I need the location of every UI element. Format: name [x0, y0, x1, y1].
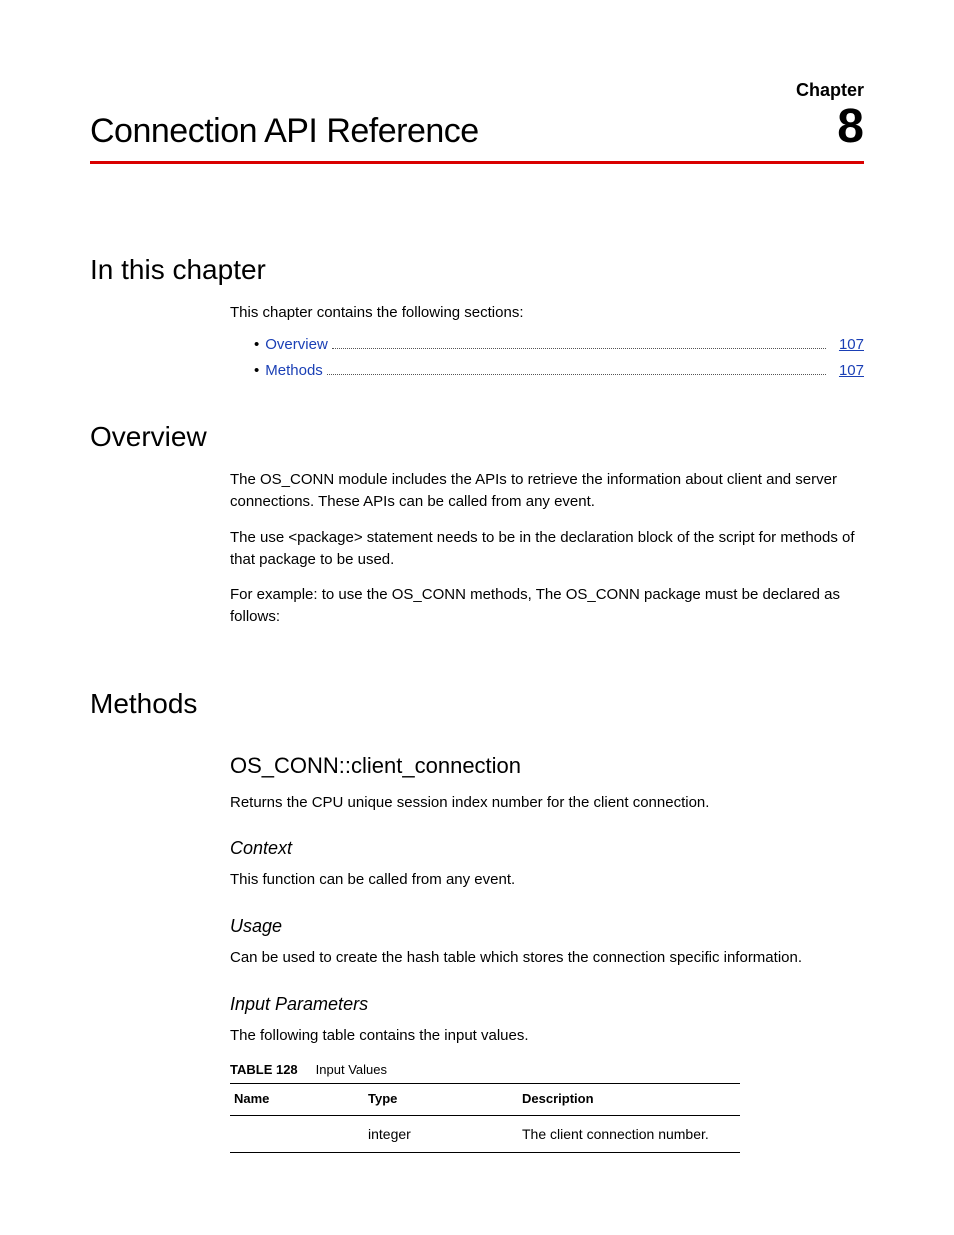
- subheading-client-connection: OS_CONN::client_connection: [230, 750, 864, 782]
- table-title: Input Values: [316, 1062, 387, 1077]
- col-name: Name: [230, 1083, 364, 1115]
- heading-methods: Methods: [90, 688, 864, 720]
- cell-name: [230, 1115, 364, 1152]
- chapter-title: Connection API Reference: [90, 112, 479, 151]
- subheading-input-parameters: Input Parameters: [230, 991, 864, 1017]
- input-values-table: Name Type Description integer The client…: [230, 1083, 740, 1153]
- context-text: This function can be called from any eve…: [230, 869, 864, 891]
- overview-p3: For example: to use the OS_CONN methods,…: [230, 584, 864, 628]
- chapter-number: 8: [837, 103, 864, 151]
- chapter-label: Chapter: [90, 80, 864, 101]
- cell-type: integer: [364, 1115, 518, 1152]
- subheading-usage: Usage: [230, 913, 864, 939]
- table-row: integer The client connection number.: [230, 1115, 740, 1152]
- heading-in-this-chapter: In this chapter: [90, 254, 864, 286]
- toc-link-overview[interactable]: Overview: [265, 334, 328, 356]
- title-row: Connection API Reference 8: [90, 103, 864, 164]
- overview-p2: The use <package> statement needs to be …: [230, 527, 864, 571]
- col-description: Description: [518, 1083, 740, 1115]
- toc-leader: [327, 360, 826, 375]
- toc-leader: [332, 334, 826, 349]
- overview-p1: The OS_CONN module includes the APIs to …: [230, 469, 864, 513]
- toc-page-overview[interactable]: 107: [830, 334, 864, 356]
- usage-text: Can be used to create the hash table whi…: [230, 947, 864, 969]
- page: Chapter Connection API Reference 8 In th…: [0, 0, 954, 1213]
- toc-item-methods: • Methods 107: [254, 360, 864, 382]
- overview-body: The OS_CONN module includes the APIs to …: [230, 469, 864, 628]
- toc: • Overview 107 • Methods 107: [230, 334, 864, 382]
- in-this-chapter-body: This chapter contains the following sect…: [230, 302, 864, 381]
- toc-link-methods[interactable]: Methods: [265, 360, 323, 382]
- input-params-intro: The following table contains the input v…: [230, 1025, 864, 1047]
- toc-page-methods[interactable]: 107: [830, 360, 864, 382]
- table-header-row: Name Type Description: [230, 1083, 740, 1115]
- bullet-icon: •: [254, 360, 259, 382]
- cell-description: The client connection number.: [518, 1115, 740, 1152]
- client-connection-desc: Returns the CPU unique session index num…: [230, 792, 864, 814]
- in-this-chapter-intro: This chapter contains the following sect…: [230, 302, 864, 324]
- col-type: Type: [364, 1083, 518, 1115]
- toc-item-overview: • Overview 107: [254, 334, 864, 356]
- table-caption: TABLE 128 Input Values: [230, 1061, 864, 1080]
- table-number: TABLE 128: [230, 1062, 298, 1077]
- methods-body: OS_CONN::client_connection Returns the C…: [230, 750, 864, 1153]
- subheading-context: Context: [230, 835, 864, 861]
- heading-overview: Overview: [90, 421, 864, 453]
- bullet-icon: •: [254, 334, 259, 356]
